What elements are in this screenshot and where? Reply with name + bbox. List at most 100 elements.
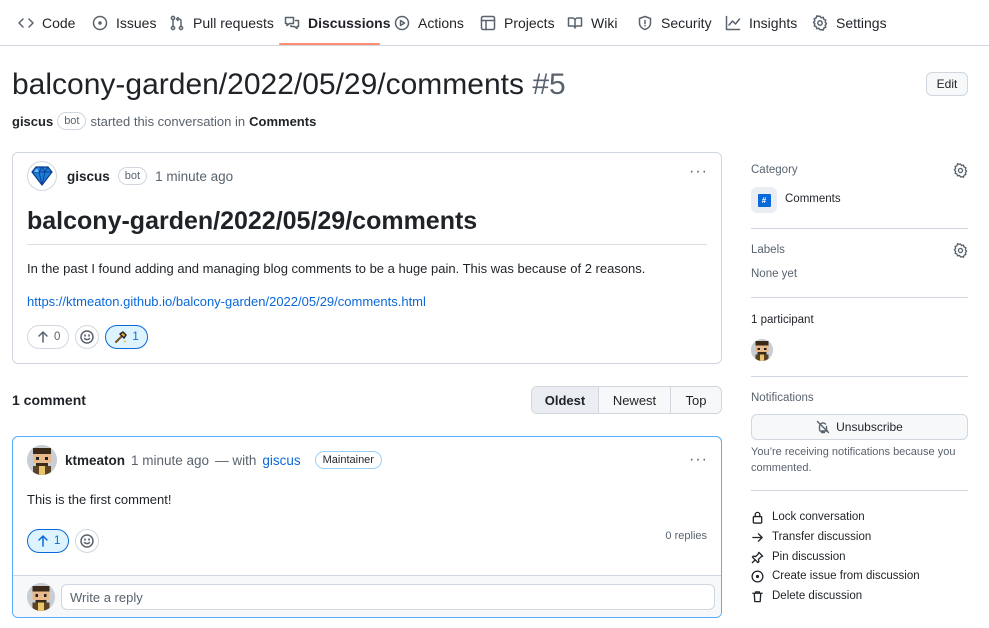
issue-opened-icon	[751, 569, 764, 583]
arrow-right-icon	[752, 532, 763, 542]
sort-top-button[interactable]: Top	[671, 387, 721, 413]
delete-discussion-label: Delete discussion	[772, 590, 863, 602]
category-link[interactable]: Comments	[249, 114, 316, 129]
category-value[interactable]: Comments	[785, 193, 841, 205]
tab-discussions[interactable]: Discussions	[284, 0, 390, 46]
avatar[interactable]	[27, 161, 57, 191]
comment-author[interactable]: ktmeaton	[65, 453, 125, 468]
tab-pull-requests[interactable]: Pull requests	[169, 0, 274, 46]
pin-discussion-button[interactable]: Pin discussion	[751, 548, 846, 566]
pin-icon	[751, 551, 764, 563]
tab-wiki[interactable]: Wiki	[567, 0, 617, 46]
tab-issues-label: Issues	[116, 15, 157, 31]
participant-avatar[interactable]	[751, 339, 773, 361]
tab-settings-label: Settings	[836, 15, 887, 31]
gem-icon	[31, 166, 53, 186]
tab-security-label: Security	[661, 15, 712, 31]
create-issue-button[interactable]: Create issue from discussion	[751, 567, 920, 585]
unsubscribe-button[interactable]: Unsubscribe	[751, 414, 968, 440]
labels-settings-button[interactable]	[953, 243, 968, 258]
pixel-avatar-icon	[27, 583, 55, 611]
issue-icon	[92, 15, 108, 31]
pixel-avatar-icon	[27, 445, 57, 475]
bell-slash-icon	[816, 420, 830, 434]
tab-projects[interactable]: Projects	[480, 0, 555, 46]
category-settings-button[interactable]	[953, 163, 968, 178]
comment-upvote-button[interactable]: 1	[27, 529, 70, 553]
arrow-up-icon	[38, 535, 48, 547]
maintainer-badge: Maintainer	[314, 451, 382, 469]
reaction-pill[interactable]: 1	[105, 325, 148, 349]
discussions-icon	[284, 16, 300, 30]
comment-upvote-count: 1	[54, 535, 61, 547]
post-heading: balcony-garden/2022/05/29/comments	[27, 207, 707, 245]
tab-projects-label: Projects	[504, 15, 555, 31]
tab-settings[interactable]: Settings	[812, 0, 887, 46]
tab-code[interactable]: Code	[18, 0, 75, 46]
tab-actions[interactable]: Actions	[394, 0, 464, 46]
tab-issues[interactable]: Issues	[92, 0, 156, 46]
smiley-icon	[80, 330, 95, 344]
unsubscribe-label: Unsubscribe	[836, 420, 903, 434]
labels-value: None yet	[751, 268, 798, 280]
pin-discussion-label: Pin discussion	[772, 551, 846, 563]
sort-newest-button[interactable]: Newest	[599, 387, 671, 413]
page-title: balcony-garden/2022/05/29/comments #5	[12, 64, 566, 106]
tab-pull-requests-label: Pull requests	[193, 15, 274, 31]
sort-oldest-button[interactable]: Oldest	[532, 387, 599, 413]
giscus-link[interactable]: giscus	[262, 453, 300, 468]
transfer-discussion-button[interactable]: Transfer discussion	[751, 528, 871, 546]
comment-body: This is the first comment!	[27, 492, 172, 507]
smiley-icon	[80, 534, 95, 548]
lock-icon	[752, 511, 763, 524]
table-icon	[480, 15, 496, 31]
starter-username[interactable]: giscus	[12, 114, 53, 129]
add-reaction-button[interactable]	[75, 325, 100, 349]
lock-conversation-label: Lock conversation	[772, 511, 865, 523]
divider	[751, 228, 968, 229]
post-author[interactable]: giscus	[67, 169, 110, 184]
bot-badge: bot	[117, 167, 148, 185]
comment-options-button[interactable]: ···	[689, 452, 708, 468]
avatar[interactable]	[27, 583, 55, 611]
participants-label: 1 participant	[751, 314, 814, 326]
shield-icon	[638, 15, 652, 31]
delete-discussion-button[interactable]: Delete discussion	[751, 587, 862, 605]
post-reactions: 0 1	[27, 325, 148, 349]
comment-count: 1 comment	[12, 392, 86, 408]
notifications-label: Notifications	[751, 392, 814, 404]
tab-insights[interactable]: Insights	[725, 0, 797, 46]
post-link[interactable]: https://ktmeaton.github.io/balcony-garde…	[27, 294, 426, 309]
discussion-title: balcony-garden/2022/05/29/comments	[12, 68, 524, 101]
comment-add-reaction-button[interactable]	[75, 529, 100, 553]
reply-input[interactable]	[61, 584, 715, 610]
divider	[751, 376, 968, 377]
transfer-discussion-label: Transfer discussion	[772, 531, 872, 543]
comment-header: ktmeaton 1 minute ago — with giscus Main…	[27, 445, 382, 475]
hammer-sparkle-icon	[115, 331, 128, 344]
comment-time[interactable]: 1 minute ago	[131, 453, 209, 468]
conversation-meta: giscus bot started this conversation in …	[12, 112, 316, 130]
tab-security[interactable]: Security	[637, 0, 712, 46]
upvote-count: 0	[54, 331, 61, 343]
pull-request-icon	[170, 15, 184, 31]
upvote-button[interactable]: 0	[27, 325, 70, 349]
play-icon	[394, 15, 410, 31]
replies-count: 0 replies	[665, 530, 707, 542]
arrow-up-icon	[38, 331, 48, 343]
comment-reactions: 1	[27, 529, 100, 553]
reply-bar	[13, 575, 721, 617]
avatar[interactable]	[27, 445, 57, 475]
edit-button[interactable]: Edit	[926, 72, 968, 96]
notification-notice: You’re receiving notifications because y…	[751, 446, 956, 474]
post-time[interactable]: 1 minute ago	[155, 169, 233, 184]
create-issue-label: Create issue from discussion	[772, 570, 920, 582]
post-header: giscus bot 1 minute ago	[27, 161, 233, 191]
tab-code-label: Code	[42, 15, 76, 31]
gear-icon	[953, 243, 968, 258]
tab-insights-label: Insights	[749, 15, 798, 31]
post-options-button[interactable]: ···	[689, 164, 708, 180]
lock-conversation-button[interactable]: Lock conversation	[751, 508, 865, 526]
gear-icon	[953, 163, 968, 178]
graph-icon	[725, 15, 741, 31]
